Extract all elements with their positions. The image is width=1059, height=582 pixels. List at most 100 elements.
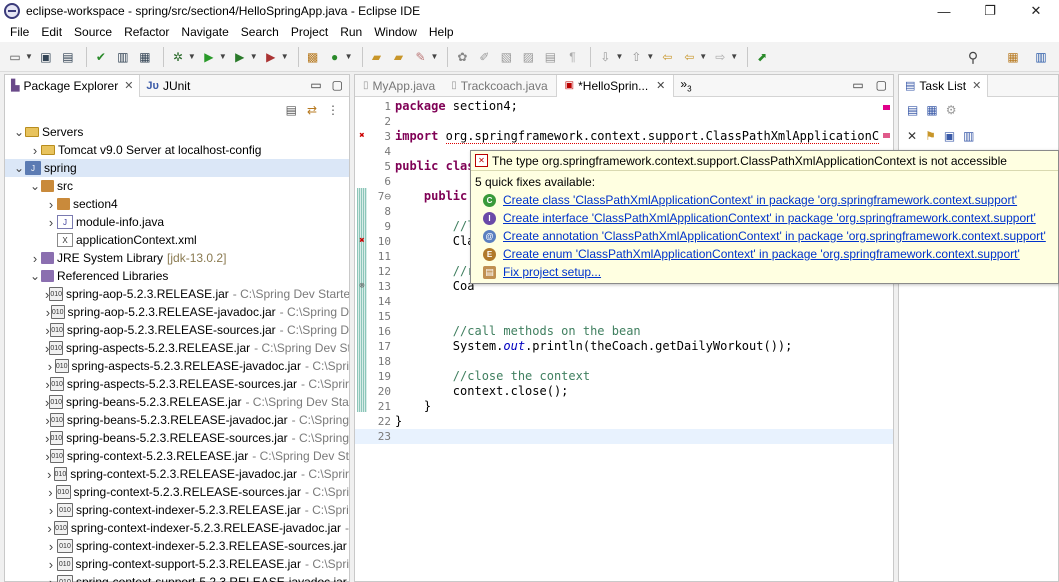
quick-fix-item[interactable]: @ Create annotation 'ClassPathXmlApplicat… xyxy=(471,227,1058,245)
menu-source[interactable]: Source xyxy=(68,25,118,39)
tree-item[interactable]: › 010 spring-aop-5.2.3.RELEASE-sources.jar… xyxy=(5,321,349,339)
quick-fix-item[interactable]: E Create enum 'ClassPathXmlApplicationCon… xyxy=(471,245,1058,263)
run-dropdown-icon[interactable]: ▼ xyxy=(219,52,227,61)
chevron-down-icon[interactable]: ⌄ xyxy=(13,161,25,175)
tree-item[interactable]: ⌄ Servers xyxy=(5,123,349,141)
error-marker-icon[interactable]: ✖ xyxy=(355,129,369,144)
tree-item[interactable]: › 010 spring-beans-5.2.3.RELEASE-javadoc.j… xyxy=(5,411,349,429)
code-line[interactable]: 21 } xyxy=(355,399,893,414)
tree-item[interactable]: ⌄ Jspring xyxy=(5,159,349,177)
tree-item[interactable]: › 010 spring-aop-5.2.3.RELEASE-javadoc.jar… xyxy=(5,303,349,321)
tree-item[interactable]: › JRE System Library [jdk-13.0.2] xyxy=(5,249,349,267)
chevron-right-icon[interactable]: › xyxy=(45,215,57,230)
code-line[interactable]: 20 context.close(); xyxy=(355,384,893,399)
terminal-icon[interactable]: ▥ xyxy=(114,48,132,66)
tree-item[interactable]: › Tomcat v9.0 Server at localhost-config xyxy=(5,141,349,159)
code-line[interactable]: 19 //close the context xyxy=(355,369,893,384)
minimize-button[interactable]: — xyxy=(921,0,967,22)
chevron-right-icon[interactable]: › xyxy=(45,431,50,446)
chevron-right-icon[interactable]: › xyxy=(45,557,57,572)
error-marker-icon[interactable]: ✖ xyxy=(355,234,369,249)
tree-item[interactable]: › 010 spring-context-indexer-5.2.3.RELEASE… xyxy=(5,501,349,519)
previous-annotation-icon[interactable]: ⇧ xyxy=(627,48,645,66)
activate-task-icon[interactable]: ▥ xyxy=(963,129,974,143)
tree-item[interactable]: › 010 spring-context-support-5.2.3.RELEASE… xyxy=(5,555,349,573)
new-icon[interactable]: ▭ xyxy=(6,48,24,66)
search-tool-icon[interactable]: ✎ xyxy=(412,48,430,66)
close-window-button[interactable]: ✕ xyxy=(1013,0,1059,22)
code-line[interactable]: 1 package section4; xyxy=(355,99,893,114)
java-perspective-icon[interactable]: ▥ xyxy=(1032,48,1050,66)
menu-search[interactable]: Search xyxy=(235,25,285,39)
code-line[interactable]: 14 xyxy=(355,294,893,309)
focus-icon[interactable]: ⚑ xyxy=(925,129,936,143)
menu-help[interactable]: Help xyxy=(423,25,460,39)
checkmark-icon[interactable]: ✔ xyxy=(92,48,110,66)
maximize-view-icon[interactable]: ▢ xyxy=(332,78,343,92)
open-task-icon[interactable]: ▰ xyxy=(390,48,408,66)
chevron-right-icon[interactable]: › xyxy=(45,485,56,500)
open-type-icon[interactable]: ▰ xyxy=(368,48,386,66)
tree-item[interactable]: › 010 spring-context-5.2.3.RELEASE.jar - C:… xyxy=(5,447,349,465)
quick-fix-item[interactable]: ▤ Fix project setup... xyxy=(471,263,1058,281)
tab-overflow-button[interactable]: »3 xyxy=(674,77,691,93)
menu-navigate[interactable]: Navigate xyxy=(175,25,234,39)
open-perspective-icon[interactable]: ▦ xyxy=(1004,48,1022,66)
quick-fix-link[interactable]: Create enum 'ClassPathXmlApplicationCont… xyxy=(503,247,1020,261)
close-icon[interactable]: ✕ xyxy=(972,79,981,92)
quick-fix-link[interactable]: Create annotation 'ClassPathXmlApplicati… xyxy=(503,229,1046,243)
overview-error-marker[interactable] xyxy=(883,133,890,138)
new-dropdown-icon[interactable]: ▼ xyxy=(25,52,33,61)
tree-item[interactable]: › 010 spring-context-indexer-5.2.3.RELEASE… xyxy=(5,537,349,555)
restore-button[interactable]: ❐ xyxy=(967,0,1013,22)
hide-completed-icon[interactable]: ✕ xyxy=(907,129,917,143)
menu-run[interactable]: Run xyxy=(334,25,368,39)
tab-myapp-java[interactable]: ▯ MyApp.java xyxy=(355,75,443,97)
menu-project[interactable]: Project xyxy=(285,25,334,39)
tree-item[interactable]: › 010 spring-aspects-5.2.3.RELEASE.jar - C:… xyxy=(5,339,349,357)
tree-item[interactable]: › section4 xyxy=(5,195,349,213)
code-line[interactable]: 17 System.out.println(theCoach.getDailyW… xyxy=(355,339,893,354)
tree-item[interactable]: ⌄ src xyxy=(5,177,349,195)
close-icon[interactable]: ✕ xyxy=(124,79,133,92)
tree-item[interactable]: › 010 spring-aop-5.2.3.RELEASE.jar - C:\Spr… xyxy=(5,285,349,303)
tree-item[interactable]: › 010 spring-context-support-5.2.3.RELEASE… xyxy=(5,573,349,582)
block-selection-icon[interactable]: ▧ xyxy=(497,48,515,66)
tree-item[interactable]: › 010 spring-context-5.2.3.RELEASE-sources… xyxy=(5,483,349,501)
tree-item[interactable]: › 010 spring-beans-5.2.3.RELEASE.jar - C:\S… xyxy=(5,393,349,411)
minimize-editor-icon[interactable]: ▭ xyxy=(852,78,863,92)
tab-package-explorer[interactable]: ▙ Package Explorer ✕ xyxy=(5,74,141,97)
code-line[interactable]: 15 xyxy=(355,309,893,324)
view-menu-icon[interactable]: ⋮ xyxy=(327,103,339,117)
next-annotation-dropdown-icon[interactable]: ▼ xyxy=(615,52,623,61)
tree-item[interactable]: › 010 spring-beans-5.2.3.RELEASE-sources.j… xyxy=(5,429,349,447)
link-with-editor-icon[interactable]: ⇄ xyxy=(307,103,317,117)
chevron-down-icon[interactable]: ⌄ xyxy=(29,269,41,283)
coverage-icon[interactable]: ▶ xyxy=(231,48,249,66)
forward-dropdown-icon[interactable]: ▼ xyxy=(730,52,738,61)
search-icon[interactable]: ⚲ xyxy=(964,48,982,66)
tree-item[interactable]: › 010 spring-context-5.2.3.RELEASE-javadoc… xyxy=(5,465,349,483)
menu-edit[interactable]: Edit xyxy=(35,25,68,39)
sync-icon[interactable]: ⚙ xyxy=(946,103,957,117)
error-x-marker-icon[interactable]: ⊗ xyxy=(355,279,369,294)
chevron-right-icon[interactable]: › xyxy=(45,575,57,582)
previous-annotation-dropdown-icon[interactable]: ▼ xyxy=(646,52,654,61)
back-icon[interactable]: ⇦ xyxy=(680,48,698,66)
pilcrow-icon[interactable]: ¶ xyxy=(563,48,581,66)
chevron-right-icon[interactable]: › xyxy=(45,305,51,320)
run-icon[interactable]: ▶ xyxy=(200,48,218,66)
tab-task-list[interactable]: ▤ Task List ✕ xyxy=(899,74,989,97)
tree-item[interactable]: › Jmodule-info.java xyxy=(5,213,349,231)
chevron-right-icon[interactable]: › xyxy=(45,197,57,212)
quick-fix-item[interactable]: C Create class 'ClassPathXmlApplicationCo… xyxy=(471,191,1058,209)
quick-fix-link[interactable]: Create interface 'ClassPathXmlApplicatio… xyxy=(503,211,1036,225)
code-line[interactable]: 2 xyxy=(355,114,893,129)
save-icon[interactable]: ▣ xyxy=(37,48,55,66)
debug-dropdown-icon[interactable]: ▼ xyxy=(188,52,196,61)
tab-trackcoach-java[interactable]: ▯ Trackcoach.java xyxy=(443,75,555,97)
pin-editor-icon[interactable]: ⬈ xyxy=(753,48,771,66)
show-whitespace-icon[interactable]: ▤ xyxy=(541,48,559,66)
collapse-all-icon[interactable]: ▤ xyxy=(286,103,297,117)
close-icon[interactable]: ✕ xyxy=(656,79,665,92)
